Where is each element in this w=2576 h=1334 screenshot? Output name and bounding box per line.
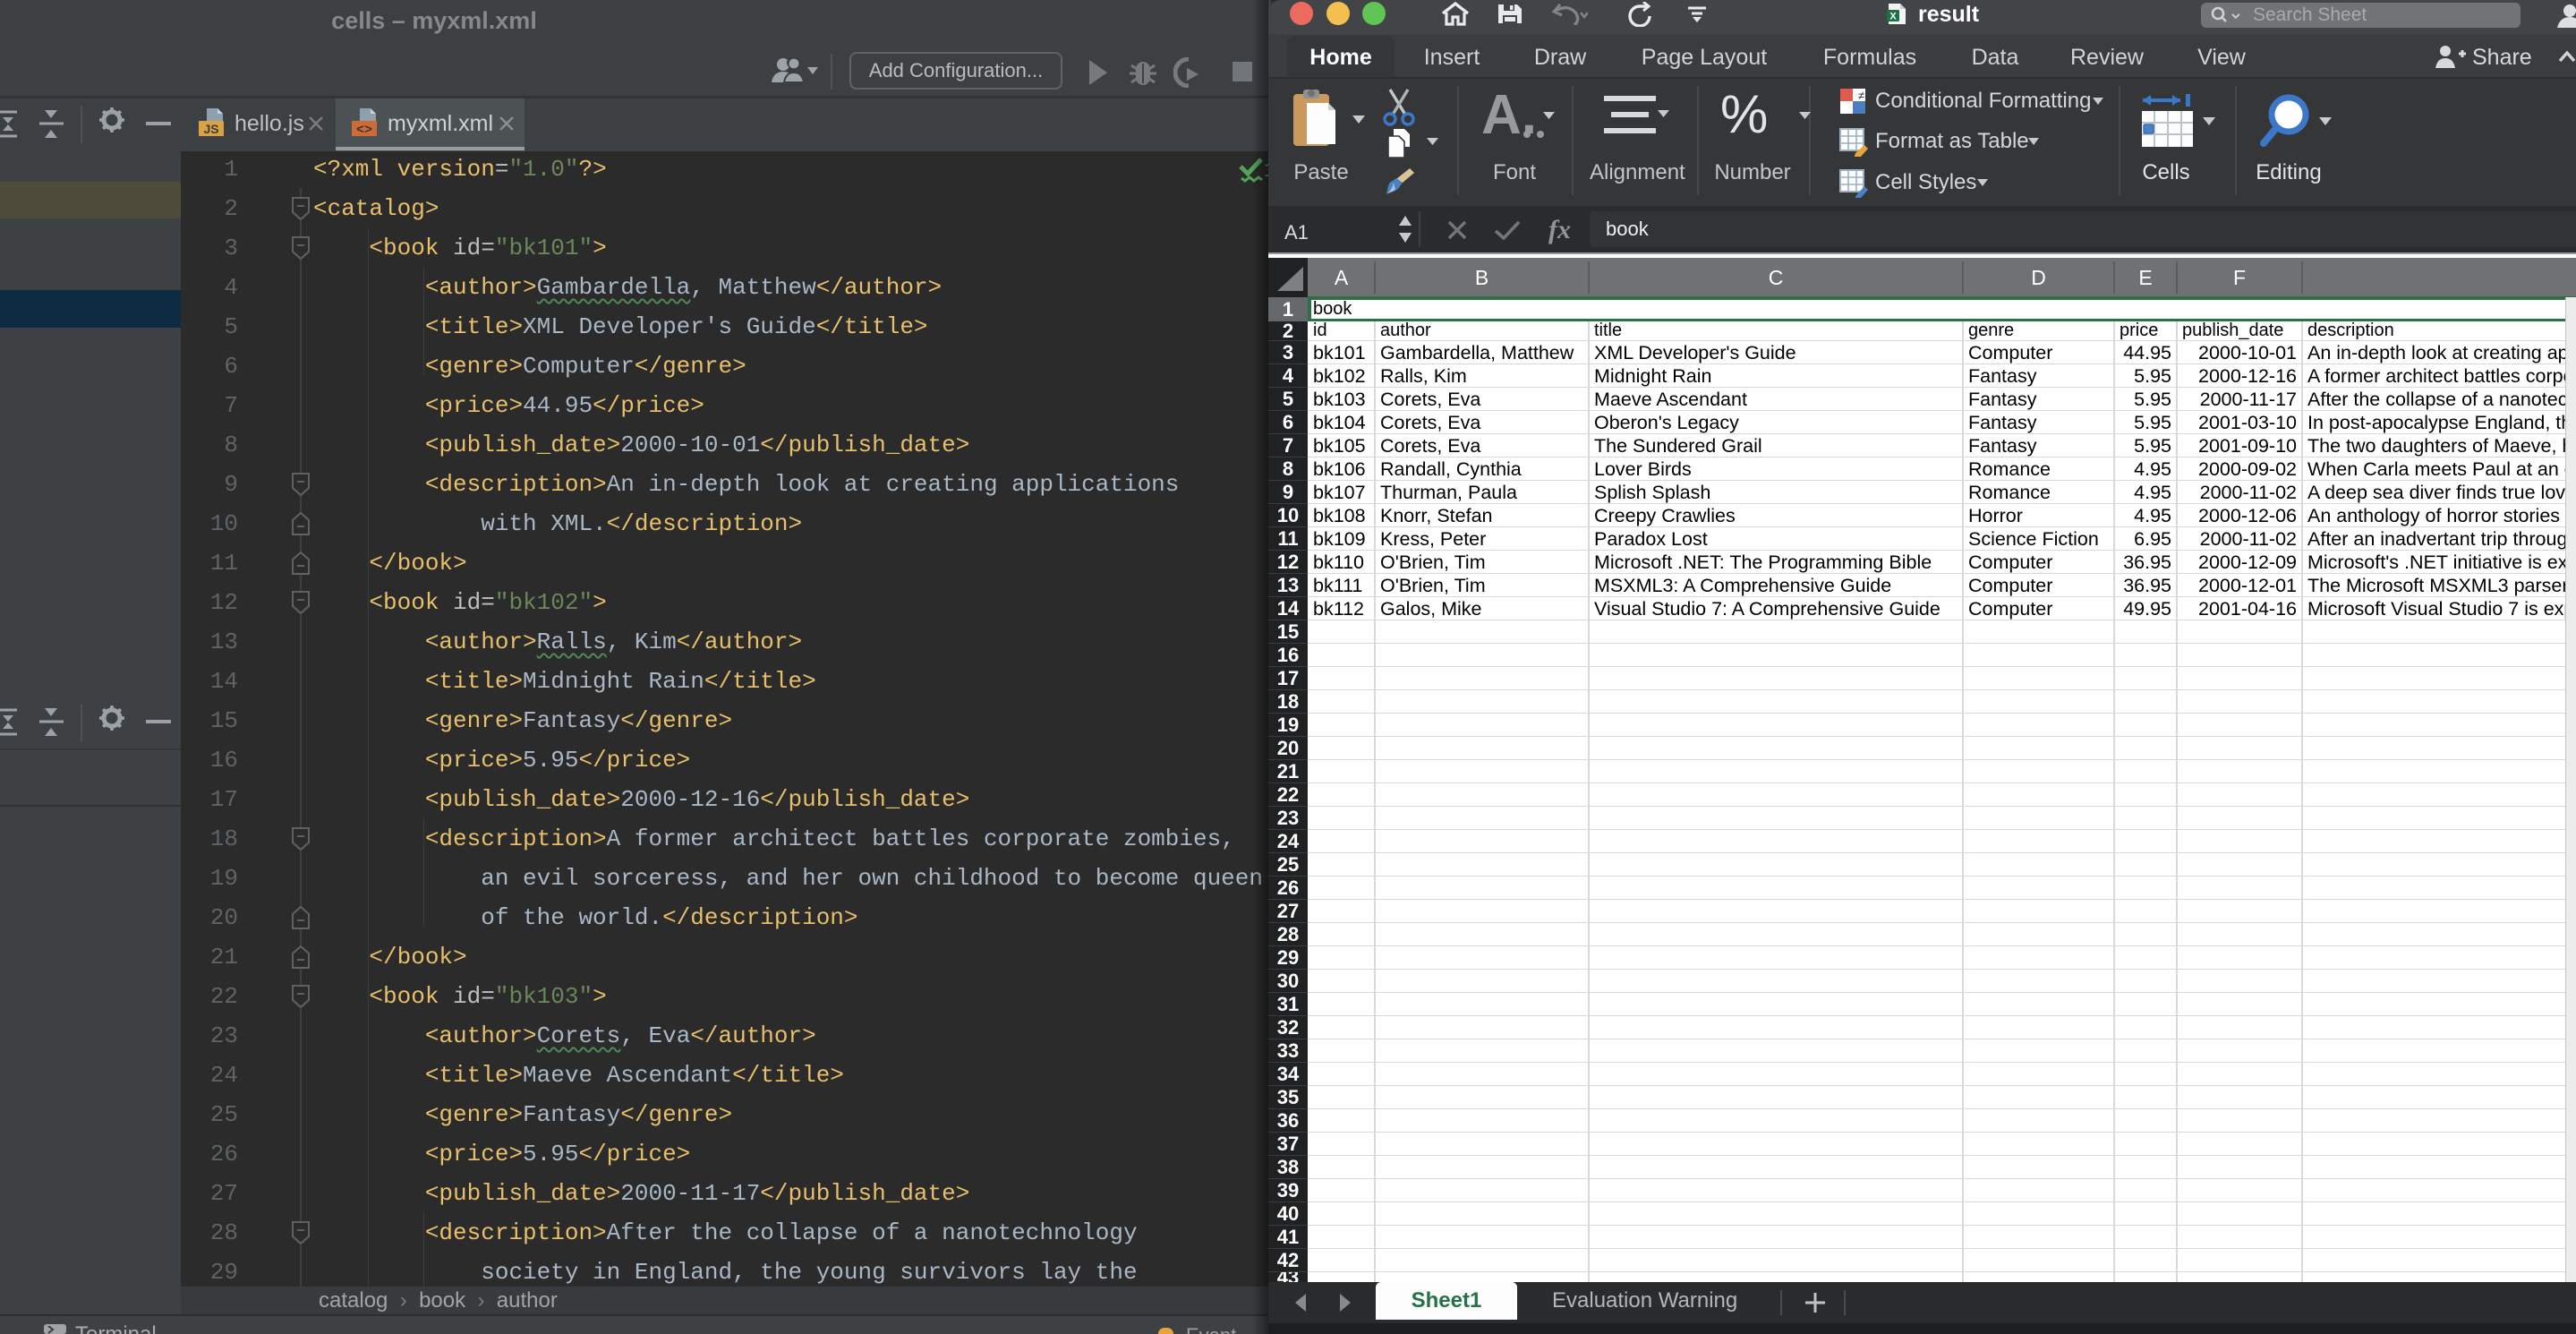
svg-text:≠: ≠	[1858, 89, 1864, 102]
svg-text:JS: JS	[203, 122, 218, 136]
svg-text:<>: <>	[356, 123, 372, 138]
svg-text:X: X	[1889, 12, 1897, 22]
